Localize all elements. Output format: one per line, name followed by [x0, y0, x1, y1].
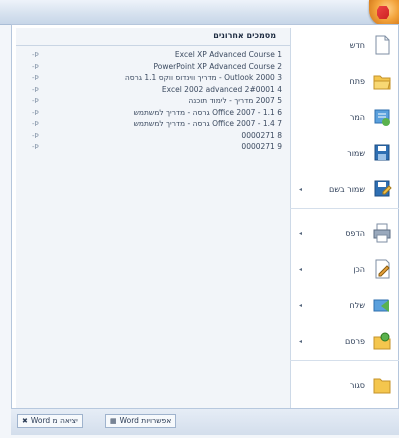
- submenu-arrow-icon: ◂: [299, 338, 303, 345]
- menu-item-label: המר: [349, 113, 365, 122]
- office-menu: חדש פתח המר שמור שמור בשם ◂ הדפס ◂ הכן ◂ שלח ◂ פרסם ◂…: [290, 28, 399, 408]
- menu-item-label: פרסם: [344, 337, 365, 346]
- menu-separator: [290, 208, 399, 209]
- office-logo-icon: [377, 6, 389, 19]
- recent-document-label: 8 0000271: [241, 130, 282, 140]
- pin-icon[interactable]: -Þ: [32, 143, 39, 151]
- menu-item-label: הדפס: [345, 229, 365, 238]
- recent-document-label: 4 Excel 2002 advanced 2#0001: [161, 84, 282, 94]
- recent-document-item[interactable]: -Þ 2 PowerPoint XP Advanced Course: [16, 62, 290, 73]
- submenu-arrow-icon: ◂: [299, 186, 303, 193]
- recent-documents-title: מסמכים אחרונים: [213, 31, 276, 40]
- recent-document-item[interactable]: -Þ 8 0000271: [16, 131, 290, 142]
- close-folder-icon: [372, 374, 392, 396]
- menu-item-label: הכן: [353, 265, 365, 274]
- menu-item-label: פתח: [349, 77, 365, 86]
- menu-item-save-as[interactable]: שמור בשם ◂: [290, 172, 399, 208]
- exit-word-button[interactable]: ✖ Word יציאה מ: [17, 414, 83, 428]
- pin-icon[interactable]: -Þ: [32, 86, 39, 94]
- menu-item-publish[interactable]: פרסם ◂: [290, 324, 399, 360]
- pin-icon[interactable]: -Þ: [32, 51, 39, 59]
- menu-item-prepare[interactable]: הכן ◂: [290, 252, 399, 288]
- menu-item-print[interactable]: הדפס ◂: [290, 216, 399, 252]
- submenu-arrow-icon: ◂: [299, 302, 303, 309]
- options-icon: ▦: [110, 417, 117, 425]
- save-icon: [372, 142, 392, 164]
- menu-item-close-folder[interactable]: סגור: [290, 368, 399, 404]
- menu-item-label: שמור: [347, 149, 365, 158]
- recent-documents-panel: מסמכים אחרונים -Þ 1 Excel XP Advanced Cou…: [16, 28, 291, 408]
- convert-icon: [372, 106, 392, 128]
- menu-item-label: שלח: [349, 301, 365, 310]
- office-menu-footer: ✖ Word יציאה מ ▦ Word אפשרויות: [11, 408, 399, 435]
- recent-document-label: 2 PowerPoint XP Advanced Course: [153, 61, 282, 71]
- recent-document-item[interactable]: -Þ 4 Excel 2002 advanced 2#0001: [16, 85, 290, 96]
- publish-icon: [372, 330, 392, 352]
- recent-document-label: 1 Excel XP Advanced Course: [174, 50, 282, 59]
- menu-item-new-document[interactable]: חדש: [290, 28, 399, 64]
- close-icon: ✖: [22, 417, 28, 425]
- menu-item-label: חדש: [349, 41, 365, 50]
- send-icon: [372, 294, 392, 316]
- recent-document-label: 7 Office 2007 - 1.4 גרסה - מדריך למשתמש: [133, 119, 282, 128]
- title-bar: [0, 0, 399, 25]
- word-options-label: Word אפשרויות: [119, 416, 172, 425]
- save-as-icon: [372, 178, 392, 200]
- menu-item-open-folder[interactable]: פתח: [290, 64, 399, 100]
- exit-word-label: Word יציאה מ: [30, 416, 78, 425]
- recent-document-label: 5 2007 מדריך - לימוד תוכנה: [188, 96, 282, 105]
- recent-document-label: 9 0000271: [241, 142, 282, 151]
- menu-item-save[interactable]: שמור: [290, 136, 399, 172]
- menu-item-label: שמור בשם: [329, 185, 365, 194]
- recent-document-item[interactable]: -Þ 7 Office 2007 - 1.4 גרסה - מדריך למשתמ…: [16, 119, 290, 130]
- recent-document-item[interactable]: -Þ 3 Outlook 2000 - מדריך ווינדוס ווקס 1.…: [16, 73, 290, 84]
- prepare-icon: [372, 258, 392, 280]
- pin-icon[interactable]: -Þ: [32, 132, 39, 140]
- recent-documents-header: מסמכים אחרונים: [16, 28, 290, 46]
- pin-icon[interactable]: -Þ: [32, 97, 39, 105]
- pin-icon[interactable]: -Þ: [32, 63, 39, 71]
- pin-icon[interactable]: -Þ: [32, 109, 39, 117]
- pin-icon[interactable]: -Þ: [32, 120, 39, 128]
- word-options-button[interactable]: ▦ Word אפשרויות: [105, 414, 177, 428]
- print-icon: [372, 222, 392, 244]
- menu-item-convert[interactable]: המר: [290, 100, 399, 136]
- submenu-arrow-icon: ◂: [299, 266, 303, 273]
- recent-document-label: 6 Office 2007 - 1.1 גרסה - מדריך למשתמש: [133, 107, 282, 117]
- recent-document-item[interactable]: -Þ 5 2007 מדריך - לימוד תוכנה: [16, 96, 290, 107]
- recent-document-item[interactable]: -Þ 1 Excel XP Advanced Course: [16, 50, 290, 61]
- open-folder-icon: [372, 70, 392, 92]
- recent-document-label: 3 Outlook 2000 - מדריך ווינדוס ווקס 1.1 …: [124, 73, 282, 82]
- menu-item-label: סגור: [349, 381, 365, 390]
- recent-document-item[interactable]: -Þ 6 Office 2007 - 1.1 גרסה - מדריך למשתמ…: [16, 108, 290, 119]
- pin-icon[interactable]: -Þ: [32, 74, 39, 82]
- submenu-arrow-icon: ◂: [299, 230, 303, 237]
- menu-item-send[interactable]: שלח ◂: [290, 288, 399, 324]
- new-document-icon: [372, 34, 392, 56]
- menu-separator: [290, 360, 399, 361]
- recent-document-item[interactable]: -Þ 9 0000271: [16, 142, 290, 153]
